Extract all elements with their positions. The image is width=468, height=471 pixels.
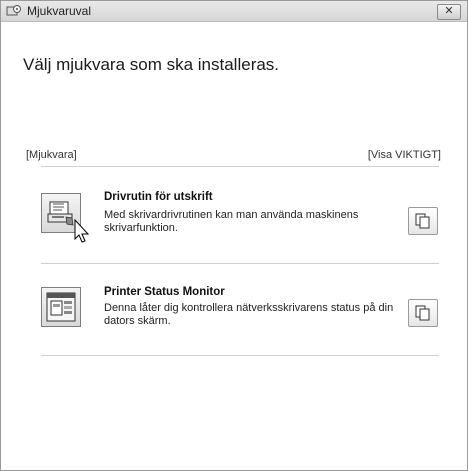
item-title-printer-driver: Drivrutin för utskrift bbox=[104, 191, 213, 203]
view-document-button-printer-driver[interactable] bbox=[408, 207, 438, 235]
mouse-cursor-icon bbox=[74, 219, 90, 243]
title-bar: Mjukvaruval ✕ bbox=[1, 1, 467, 22]
divider bbox=[41, 263, 439, 264]
status-monitor-icon[interactable] bbox=[41, 287, 81, 327]
page-title: Välj mjukvara som ska installeras. bbox=[23, 55, 280, 74]
divider bbox=[41, 355, 439, 356]
document-icon bbox=[415, 213, 430, 229]
show-important-link[interactable]: [Visa VIKTIGT] bbox=[368, 149, 441, 161]
view-document-button-status-monitor[interactable] bbox=[408, 299, 438, 327]
window-title: Mjukvaruval bbox=[27, 4, 92, 18]
document-icon bbox=[415, 305, 430, 321]
divider bbox=[41, 166, 439, 167]
installer-window: Mjukvaruval ✕ Välj mjukvara som ska inst… bbox=[0, 0, 468, 471]
close-button[interactable]: ✕ bbox=[437, 4, 461, 20]
item-description-status-monitor: Denna låter dig kontrollera nätverksskri… bbox=[104, 302, 394, 327]
monitor-icon bbox=[46, 292, 76, 322]
software-section-label: [Mjukvara] bbox=[26, 149, 77, 161]
item-description-printer-driver: Med skrivardrivrutinen kan man använda m… bbox=[104, 209, 359, 234]
item-title-status-monitor: Printer Status Monitor bbox=[104, 286, 225, 298]
app-icon bbox=[6, 5, 21, 16]
